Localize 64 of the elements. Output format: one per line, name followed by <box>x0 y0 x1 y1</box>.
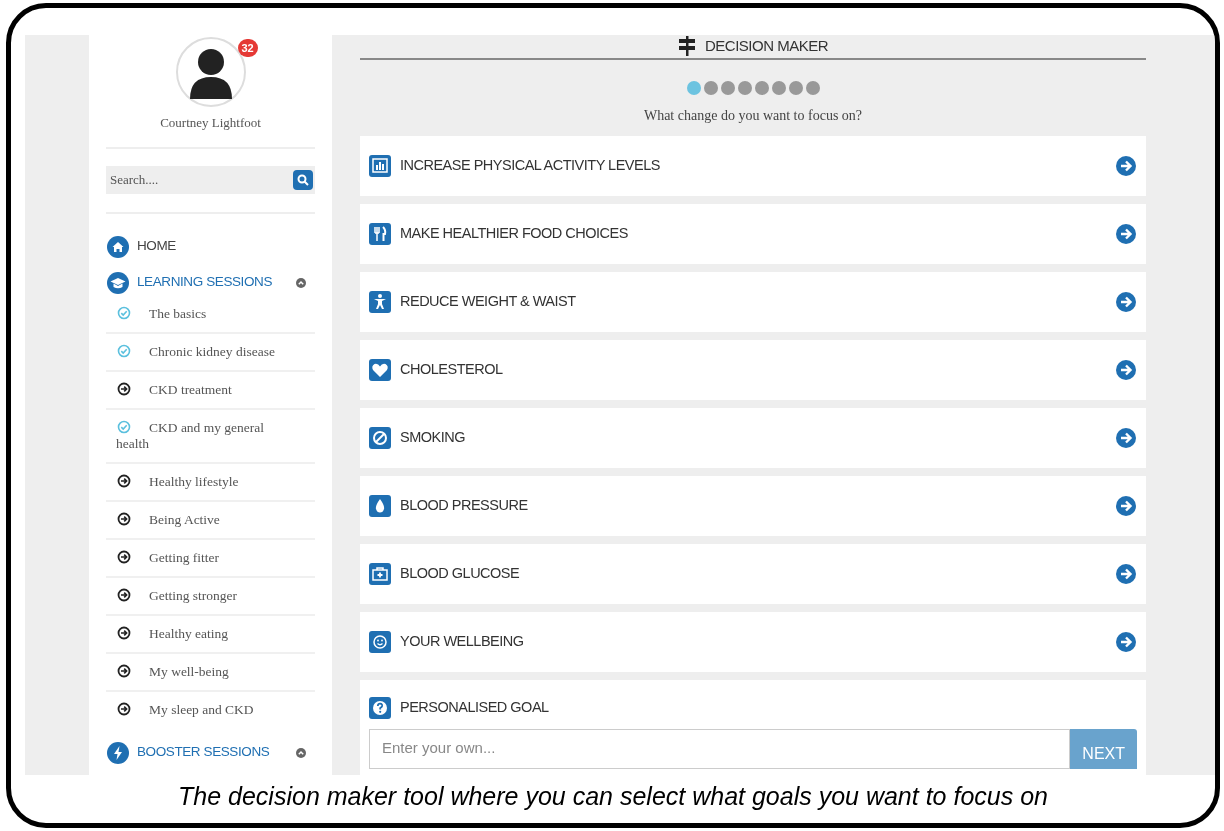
arrow-right-icon <box>1116 359 1136 380</box>
option-label: CHOLESTEROL <box>400 359 503 379</box>
goal-option[interactable]: BLOOD PRESSURE <box>360 475 1146 536</box>
droplet-icon <box>369 494 391 517</box>
option-label: BLOOD GLUCOSE <box>400 563 520 583</box>
arrow-right-icon <box>1116 291 1136 312</box>
bar-chart-icon <box>369 154 391 177</box>
session-item[interactable]: Getting stronger <box>106 577 315 616</box>
medical-kit-icon <box>369 562 391 585</box>
option-label: INCREASE PHYSICAL ACTIVITY LEVELS <box>400 155 660 175</box>
caption: The decision maker tool where you can select what goals you want to focus on <box>178 781 1048 813</box>
notification-badge: 32 <box>237 39 258 57</box>
nav-link[interactable]: BOOSTER SESSIONS <box>137 742 270 763</box>
session-item[interactable]: My sleep and CKD <box>106 691 315 728</box>
session-item[interactable]: My well-being <box>106 653 315 692</box>
session-item[interactable]: Being Active <box>106 501 315 540</box>
collapse-icon[interactable] <box>296 277 306 288</box>
collapse-icon[interactable] <box>296 747 306 758</box>
session-item[interactable]: Healthy eating <box>106 615 315 654</box>
goal-option[interactable]: SMOKING <box>360 407 1146 468</box>
goal-label: PERSONALISED GOAL <box>400 697 549 717</box>
user-name: Courtney Lightfoot <box>160 114 261 132</box>
no-symbol-icon <box>369 426 391 449</box>
fork-knife-icon <box>369 222 391 245</box>
search-input[interactable]: Search.... <box>110 169 293 190</box>
lightning-icon <box>107 741 129 764</box>
option-label: MAKE HEALTHIER FOOD CHOICES <box>400 223 628 243</box>
person-icon <box>369 290 391 313</box>
session-item[interactable]: CKD treatment <box>106 371 315 410</box>
option-label: REDUCE WEIGHT & WAIST <box>400 291 576 311</box>
option-label: BLOOD PRESSURE <box>400 495 528 515</box>
question-mark-icon <box>369 696 391 719</box>
session-item[interactable]: Healthy lifestyle <box>106 463 315 502</box>
home-icon <box>107 235 129 258</box>
page-title: DECISION MAKER <box>705 36 828 56</box>
goal-option[interactable]: BLOOD GLUCOSE <box>360 543 1146 604</box>
search-field[interactable]: Search.... <box>106 165 315 194</box>
signpost-icon <box>678 36 696 57</box>
arrow-right-icon <box>1116 563 1136 584</box>
arrow-right-icon <box>1116 427 1136 448</box>
nav-link[interactable]: LEARNING SESSIONS <box>137 272 272 293</box>
session-item[interactable]: The basics <box>106 295 315 334</box>
arrow-right-icon <box>1116 223 1136 244</box>
session-item[interactable]: Chronic kidney disease <box>106 333 315 372</box>
search-icon <box>297 173 309 186</box>
arrow-right-icon <box>1116 631 1136 652</box>
goal-option[interactable]: YOUR WELLBEING <box>360 611 1146 672</box>
arrow-right-icon <box>1116 155 1136 176</box>
goal-option[interactable]: REDUCE WEIGHT & WAIST <box>360 271 1146 332</box>
session-item[interactable]: CKD and my general health <box>106 409 315 464</box>
smiley-icon <box>369 630 391 653</box>
option-label: YOUR WELLBEING <box>400 631 524 651</box>
search-button[interactable] <box>293 169 313 190</box>
arrow-right-icon <box>1116 495 1136 516</box>
question-text: What change do you want to focus on? <box>642 106 864 125</box>
nav-link[interactable]: HOME <box>137 236 176 257</box>
goal-option[interactable]: INCREASE PHYSICAL ACTIVITY LEVELS <box>360 135 1146 196</box>
graduation-cap-icon <box>107 271 129 294</box>
session-item[interactable]: Getting fitter <box>106 539 315 578</box>
person-silhouette-icon <box>187 47 234 99</box>
goal-input[interactable]: Enter your own... <box>369 728 1071 769</box>
goal-option[interactable]: MAKE HEALTHIER FOOD CHOICES <box>360 203 1146 264</box>
goal-option[interactable]: CHOLESTEROL <box>360 339 1146 400</box>
option-label: SMOKING <box>400 427 465 447</box>
